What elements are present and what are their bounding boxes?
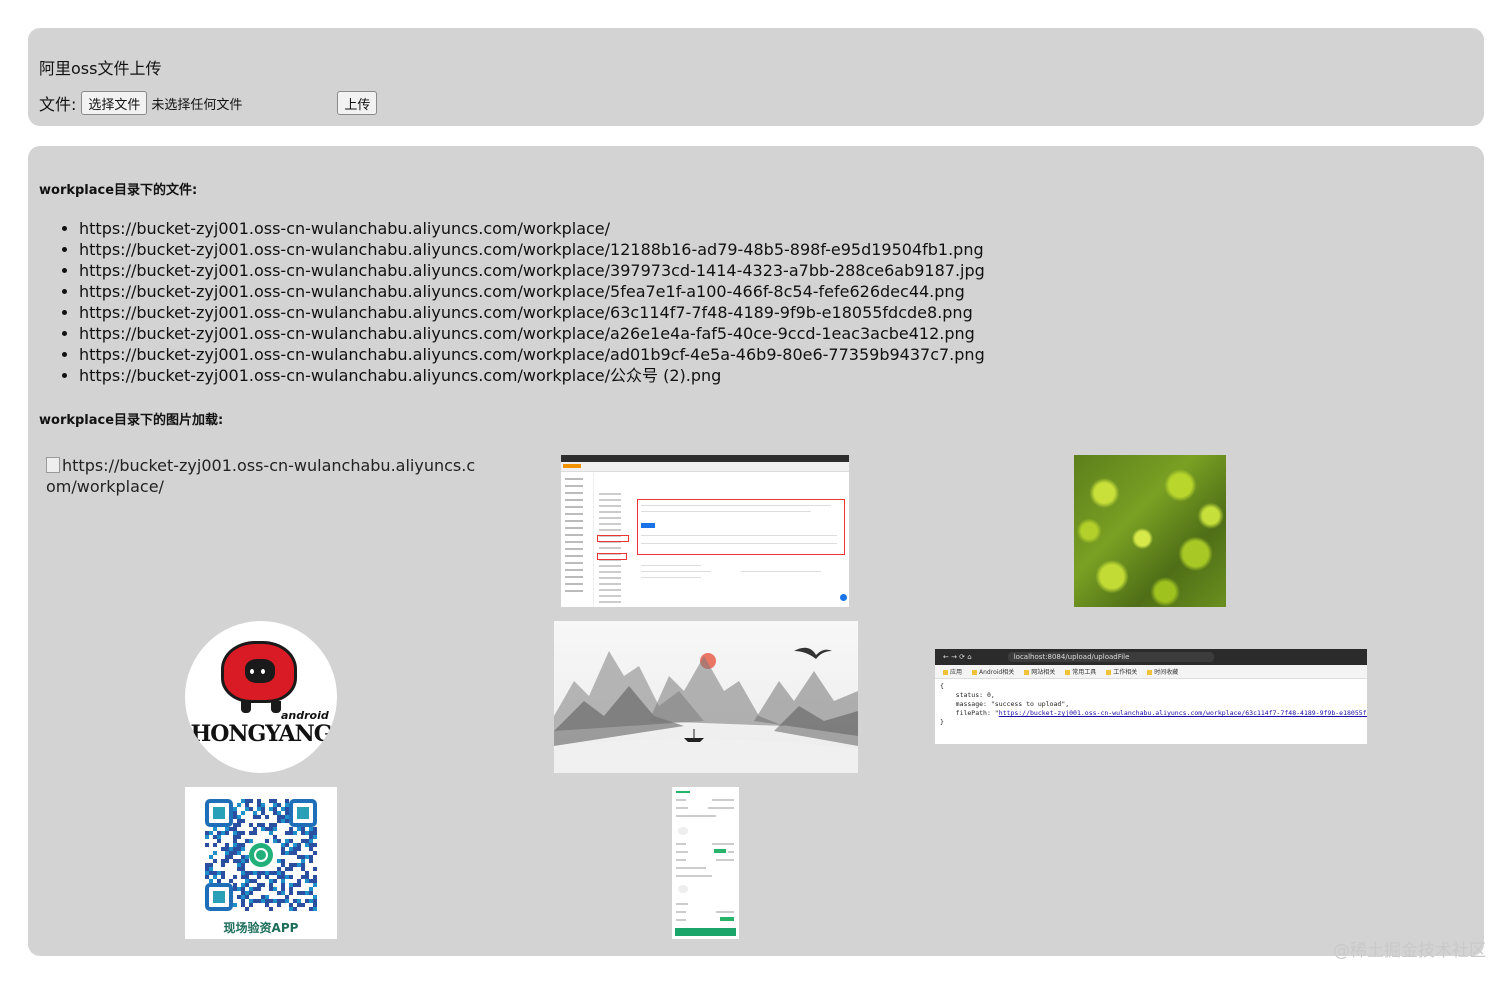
broken-image: https://bucket-zyj001.oss-cn-wulanchabu.… [46,455,476,497]
json-line: { [940,682,944,690]
file-list-item: https://bucket-zyj001.oss-cn-wulanchabu.… [79,323,985,344]
avatar-brand: HONGYANG [190,721,332,747]
bookmark-item: 时间收藏 [1147,667,1178,676]
nav-arrows-icon: ← → ⟳ ⌂ [943,653,972,661]
file-list-item: https://bucket-zyj001.oss-cn-wulanchabu.… [79,344,985,365]
json-line: status: 0, [940,691,995,699]
file-label: 文件: [39,95,77,114]
upload-form: 文件: 选择文件 未选择任何文件 上传 [39,91,378,115]
file-list: https://bucket-zyj001.oss-cn-wulanchabu.… [39,218,985,386]
file-list-item: https://bucket-zyj001.oss-cn-wulanchabu.… [79,302,985,323]
file-list-item: https://bucket-zyj001.oss-cn-wulanchabu.… [79,218,985,239]
json-browser-bar: ← → ⟳ ⌂ localhost:8084/upload/uploadFile [935,649,1367,665]
json-line: } [940,718,944,726]
image-grass-photo [1074,455,1226,607]
file-list-item: https://bucket-zyj001.oss-cn-wulanchabu.… [79,365,985,386]
broken-image-icon [46,457,60,473]
json-line: massage: "success to upload", [940,700,1070,708]
form-submit-bar [675,928,736,936]
images-heading: workplace目录下的图片加载: [39,413,224,428]
upload-button[interactable]: 上传 [337,91,378,115]
json-filepath-link: https://bucket-zyj001.oss-cn-wulanchabu.… [998,709,1367,717]
qr-code-icon [205,799,317,911]
image-json-response: ← → ⟳ ⌂ localhost:8084/upload/uploadFile… [935,649,1367,744]
choose-file-button[interactable]: 选择文件 [81,91,148,115]
page-title: 阿里oss文件上传 [39,59,162,78]
json-url: localhost:8084/upload/uploadFile [1007,652,1214,662]
bookmark-item: 工作相关 [1106,667,1137,676]
bookmark-item: 常用工具 [1065,667,1096,676]
files-heading: workplace目录下的文件: [39,183,198,198]
file-list-panel: workplace目录下的文件: https://bucket-zyj001.o… [28,146,1484,956]
bookmark-item: 应用 [943,667,962,676]
image-qr-code: 现场验资APP [185,787,337,939]
qr-label: 现场验资APP [223,921,299,935]
watermark: @稀土掘金技术社区 [1333,941,1486,961]
bookmark-item: Android相关 [972,667,1014,676]
image-avatar-logo: android HONGYANG [185,621,337,773]
file-list-item: https://bucket-zyj001.oss-cn-wulanchabu.… [79,260,985,281]
upload-panel: 阿里oss文件上传 文件: 选择文件 未选择任何文件 上传 [28,28,1484,126]
bookmark-item: 网站相关 [1024,667,1055,676]
file-list-item: https://bucket-zyj001.oss-cn-wulanchabu.… [79,239,985,260]
no-file-text: 未选择任何文件 [151,97,243,113]
image-ink-landscape [554,621,858,773]
json-body: { status: 0, massage: "success to upload… [935,679,1367,730]
file-list-item: https://bucket-zyj001.oss-cn-wulanchabu.… [79,281,985,302]
broken-image-alt: https://bucket-zyj001.oss-cn-wulanchabu.… [46,456,476,496]
image-console-screenshot [561,455,849,607]
json-bookmarks: 应用 Android相关 网站相关 常用工具 工作相关 时间收藏 [935,665,1367,679]
json-line: filePath: " [940,709,999,717]
image-mobile-form [672,787,739,939]
